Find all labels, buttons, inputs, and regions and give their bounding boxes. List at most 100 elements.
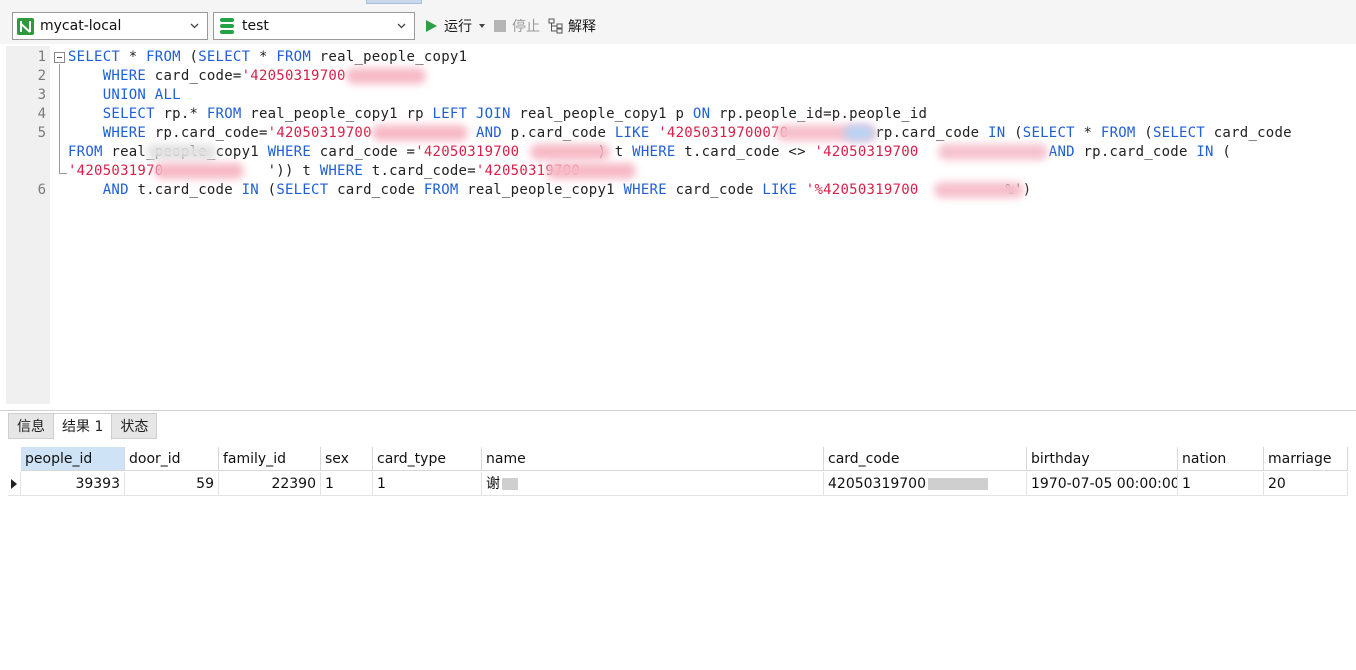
column-header[interactable]: nation [1178,447,1264,471]
sql-keyword: AND [475,125,502,141]
toolbar-tab-indicator [366,0,422,4]
result-grid[interactable]: people_id door_id family_id sex card_typ… [8,447,1348,507]
table-cell[interactable]: 1 [373,472,482,496]
row-selector-icon[interactable] [8,472,21,496]
table-cell[interactable]: 1970-07-05 00:00:00 [1027,472,1178,496]
database-value: test [242,18,269,34]
tab-result-1[interactable]: 结果 1 [53,413,113,440]
redaction-mark [502,478,518,490]
table-cell[interactable]: 谢 [482,472,824,496]
column-header[interactable]: card_type [373,447,482,471]
fold-guide [59,64,60,174]
sql-text: ( [1135,125,1153,141]
sql-keyword: WHERE [102,68,147,84]
explain-label: 解释 [568,19,596,35]
column-header[interactable]: sex [321,447,373,471]
redaction-mark [530,144,610,160]
sql-text: ( [1213,144,1232,160]
explain-button[interactable]: 解释 [548,15,596,37]
redaction-mark [154,163,244,179]
sql-text: * [120,49,147,65]
redaction-mark [844,125,874,141]
sql-text: rp.people_id=p.people_id [710,106,928,122]
sql-keyword: IN [1196,144,1214,160]
sql-keyword: IN [241,182,259,198]
table-cell[interactable]: 1 [1178,472,1264,496]
sql-text: real_people_copy1 rp [241,106,433,122]
sql-text: ( [258,182,277,198]
table-cell[interactable]: 42050319700 [824,472,1027,496]
connection-value: mycat-local [40,18,122,34]
redaction-mark [927,478,988,490]
fold-toggle-icon[interactable] [54,52,65,63]
stop-button[interactable]: 停止 [494,15,540,37]
code-line: '4205031970 ')) t WHERE t.card_code='420… [68,162,580,181]
run-label: 运行 [444,19,472,35]
sql-keyword: WHERE [623,182,667,198]
sql-editor[interactable]: 1 2 3 4 5 6 SELECT * FROM (SELECT * FROM… [6,46,1346,404]
database-select[interactable]: test [213,12,415,40]
code-line: AND t.card_code IN (SELECT card_code FRO… [68,181,1031,200]
sql-keyword: SELECT [1022,125,1075,141]
table-cell[interactable]: 59 [125,472,219,496]
sql-text: card_code [666,182,763,198]
sql-text: rp.card_code [1074,144,1197,160]
sql-keyword: UNION ALL [102,87,181,103]
redaction-mark [938,144,1048,160]
redaction-mark [934,182,1024,198]
sql-keyword: IN [988,125,1006,141]
sql-keyword: AND [1048,144,1075,160]
table-cell[interactable]: 22390 [219,472,321,496]
stop-label: 停止 [512,19,540,35]
sql-keyword: WHERE [102,125,147,141]
run-button[interactable]: 运行 [425,15,486,37]
sql-text: real_people_copy1 p [510,106,693,122]
code-line: WHERE card_code='42050319700 [68,67,346,86]
column-header[interactable]: family_id [219,447,321,471]
chevron-down-icon [397,23,406,29]
sql-keyword: SELECT [276,182,329,198]
sql-keyword: FROM [68,144,103,160]
name-value: 谢 [486,476,500,492]
sql-keyword: FROM [1100,125,1136,141]
caret-down-icon[interactable] [478,22,486,30]
sql-keyword: AND [102,182,129,198]
connection-select[interactable]: mycat-local [12,12,208,40]
connection-icon [17,17,34,35]
column-header[interactable]: people_id [21,447,125,471]
sql-keyword: FROM [276,49,312,65]
redaction-mark [346,68,426,84]
table-cell[interactable]: 20 [1264,472,1348,496]
sql-text: t.card_code= [363,163,476,179]
sql-text: card_code [1205,125,1292,141]
column-header[interactable]: birthday [1027,447,1178,471]
sql-string: '42050319700 [267,125,372,141]
table-cell[interactable]: 1 [321,472,373,496]
tab-status[interactable]: 状态 [111,413,158,439]
sql-keyword: LEFT JOIN [432,106,511,122]
column-header[interactable]: door_id [125,447,219,471]
column-header[interactable]: marriage [1264,447,1348,471]
table-cell[interactable]: 39393 [21,472,125,496]
sql-string: '42050319700070 [658,125,789,141]
code-line: WHERE rp.card_code='42050319700 AND p.ca… [68,124,1292,143]
sql-string: '42050319700 [415,144,520,160]
sql-keyword: ON [692,106,711,122]
column-header[interactable]: card_code [824,447,1027,471]
column-header[interactable]: name [482,447,824,471]
toolbar: mycat-local test 运行 停止 解释 [0,0,1356,44]
database-icon [220,18,234,34]
sql-text: card_code [328,182,424,198]
fold-guide-end [59,173,67,174]
sql-text: t.card_code <> [675,144,815,160]
sql-keyword: WHERE [319,163,364,179]
card-code-value: 42050319700 [828,476,926,492]
sql-string: '%42050319700 [805,182,919,198]
tab-info[interactable]: 信息 [8,413,54,439]
sql-keyword: SELECT [198,49,251,65]
